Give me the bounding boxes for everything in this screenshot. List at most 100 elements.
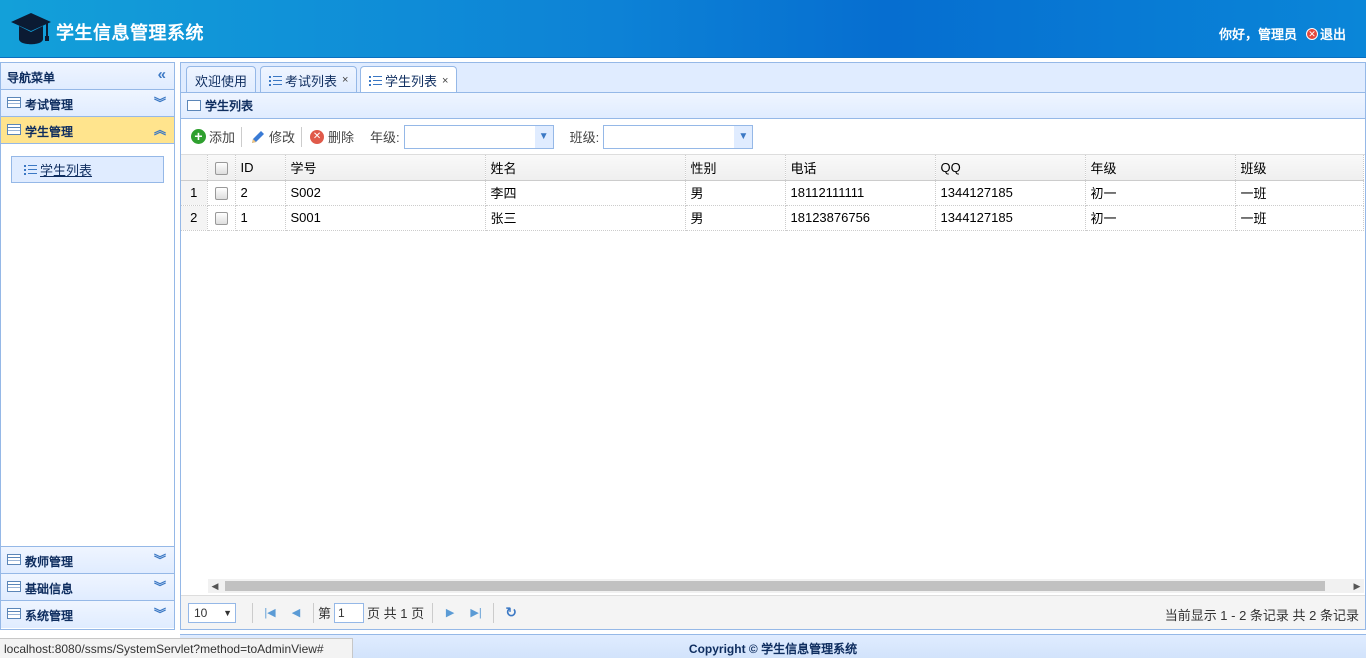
select-all-checkbox[interactable] [207,155,236,181]
cell-qq: 1344127185 [935,180,1086,206]
sidebar-title: 导航菜单 « [1,63,174,90]
row-number: 1 [181,180,208,206]
app-title: 学生信息管理系统 [56,23,204,43]
edit-button[interactable]: 修改 [250,127,295,146]
cell-grade: 初一 [1085,180,1236,206]
refresh-icon[interactable]: ↻ [503,604,519,621]
cell-sn: S002 [285,180,486,206]
pencil-icon [252,130,265,143]
user-area: 你好，管理员 ✕ 退出 [1219,24,1346,43]
scroll-left-icon[interactable]: ◀ [208,579,222,593]
page-size-select[interactable]: 10 ▼ [188,602,236,623]
logout-link[interactable]: 退出 [1320,24,1346,43]
list-icon [269,75,282,86]
cell-phone: 18112111111 [785,180,936,206]
cell-phone: 18123876756 [785,205,936,231]
pager-info: 当前显示 1 - 2 条记录 共 2 条记录 [1164,608,1359,623]
col-header-class[interactable]: 班级 [1235,155,1364,181]
chevron-down-icon[interactable]: ︾ [154,94,166,111]
table-icon [187,100,201,111]
pager-separator [313,602,314,623]
horizontal-scrollbar[interactable]: ◀ ▶ [208,579,1364,593]
cell-class: 一班 [1235,180,1364,206]
pager-separator [493,602,495,623]
col-header-name[interactable]: 姓名 [485,155,686,181]
sidebar-item-student-list[interactable]: 学生列表 [11,156,164,183]
table-icon [7,124,21,135]
accordion-student[interactable]: 学生管理 ︽ [1,117,174,144]
cell-qq: 1344127185 [935,205,1086,231]
accordion-system[interactable]: 系统管理 ︾ [1,601,174,628]
pager-separator [252,602,253,623]
row-checkbox[interactable] [207,180,236,206]
list-icon [24,164,37,175]
table-icon [7,581,21,592]
pager-separator [432,602,434,623]
accordion-student-body: 学生列表 [1,144,174,547]
grade-combobox[interactable]: ▼ [403,124,554,149]
add-button[interactable]: + 添加 [191,127,235,146]
table-row[interactable]: 1 2 S002 李四 男 18112111111 1344127185 初一 … [181,180,1364,206]
chevron-down-icon[interactable]: ▼ [534,125,553,148]
page-number-input[interactable]: 1 [334,602,365,623]
footer: Copyright © 学生信息管理系统 [180,634,1366,658]
scrollbar-thumb[interactable] [225,581,1325,591]
close-icon[interactable]: × [442,75,448,87]
class-label: 班级: [569,130,600,145]
col-header-grade[interactable]: 年级 [1085,155,1236,181]
app-header: 学生信息管理系统 你好，管理员 ✕ 退出 [0,0,1366,58]
next-page-icon[interactable]: ▶ [442,605,458,621]
add-icon: + [191,129,206,144]
table-row[interactable]: 2 1 S001 张三 男 18123876756 1344127185 初一 … [181,205,1364,231]
scroll-right-icon[interactable]: ▶ [1350,579,1364,593]
class-combobox[interactable]: ▼ [603,124,754,149]
student-table: ID 学号 姓名 性别 电话 QQ 年级 班级 1 2 S002 李四 男 18… [181,155,1364,231]
close-icon[interactable]: × [342,74,348,86]
table-icon [7,554,21,565]
col-header-phone[interactable]: 电话 [785,155,936,181]
panel-title: 学生列表 [181,93,1365,119]
cell-sn: S001 [285,205,486,231]
table-icon [7,608,21,619]
cell-grade: 初一 [1085,205,1236,231]
page-prefix: 第 [318,606,332,621]
table-icon [7,97,21,108]
cell-sex: 男 [685,180,786,206]
first-page-icon[interactable]: |◀ [262,605,278,621]
accordion-basic-info[interactable]: 基础信息 ︾ [1,574,174,601]
col-header-sex[interactable]: 性别 [685,155,786,181]
toolbar-separator [241,126,243,147]
delete-icon: ✕ [310,129,325,144]
chevron-down-icon[interactable]: ︾ [154,551,166,568]
tab-welcome[interactable]: 欢迎使用 [186,66,257,93]
col-header-qq[interactable]: QQ [935,155,1086,181]
page-suffix: 页 共 1 页 [367,606,425,621]
col-header-sn[interactable]: 学号 [285,155,486,181]
cell-sex: 男 [685,205,786,231]
list-icon [369,75,382,86]
accordion-teacher[interactable]: 教师管理 ︾ [1,547,174,574]
toolbar-separator [301,126,303,147]
cell-class: 一班 [1235,205,1364,231]
tab-exam-list[interactable]: 考试列表 × [260,66,358,93]
collapse-sidebar-icon[interactable]: « [158,66,166,83]
grade-label: 年级: [370,130,400,145]
chevron-up-icon[interactable]: ︽ [154,121,166,138]
row-checkbox[interactable] [207,205,236,231]
chevron-down-icon[interactable]: ︾ [154,605,166,622]
accordion-exam[interactable]: 考试管理 ︾ [1,90,174,117]
chevron-down-icon[interactable]: ▼ [734,125,753,148]
col-header-id[interactable]: ID [235,155,286,181]
browser-status-url: localhost:8080/ssms/SystemServlet?method… [0,638,353,658]
tab-bar: 欢迎使用 考试列表 × 学生列表 × [180,62,1366,94]
last-page-icon[interactable]: ▶| [468,605,484,621]
chevron-down-icon: ▼ [223,607,232,618]
tab-student-list[interactable]: 学生列表 × [360,66,458,94]
delete-button[interactable]: ✕ 删除 [310,127,354,146]
chevron-down-icon[interactable]: ︾ [154,578,166,595]
logout-icon[interactable]: ✕ [1305,27,1318,40]
prev-page-icon[interactable]: ◀ [288,605,304,621]
pagination-bar: 10 ▼ |◀ ◀ 第 1 页 共 1 页 ▶ ▶| ↻ 当前显示 1 - 2 … [181,595,1365,629]
row-number: 2 [181,205,208,231]
greeting-text: 你好，管理员 [1218,27,1297,42]
